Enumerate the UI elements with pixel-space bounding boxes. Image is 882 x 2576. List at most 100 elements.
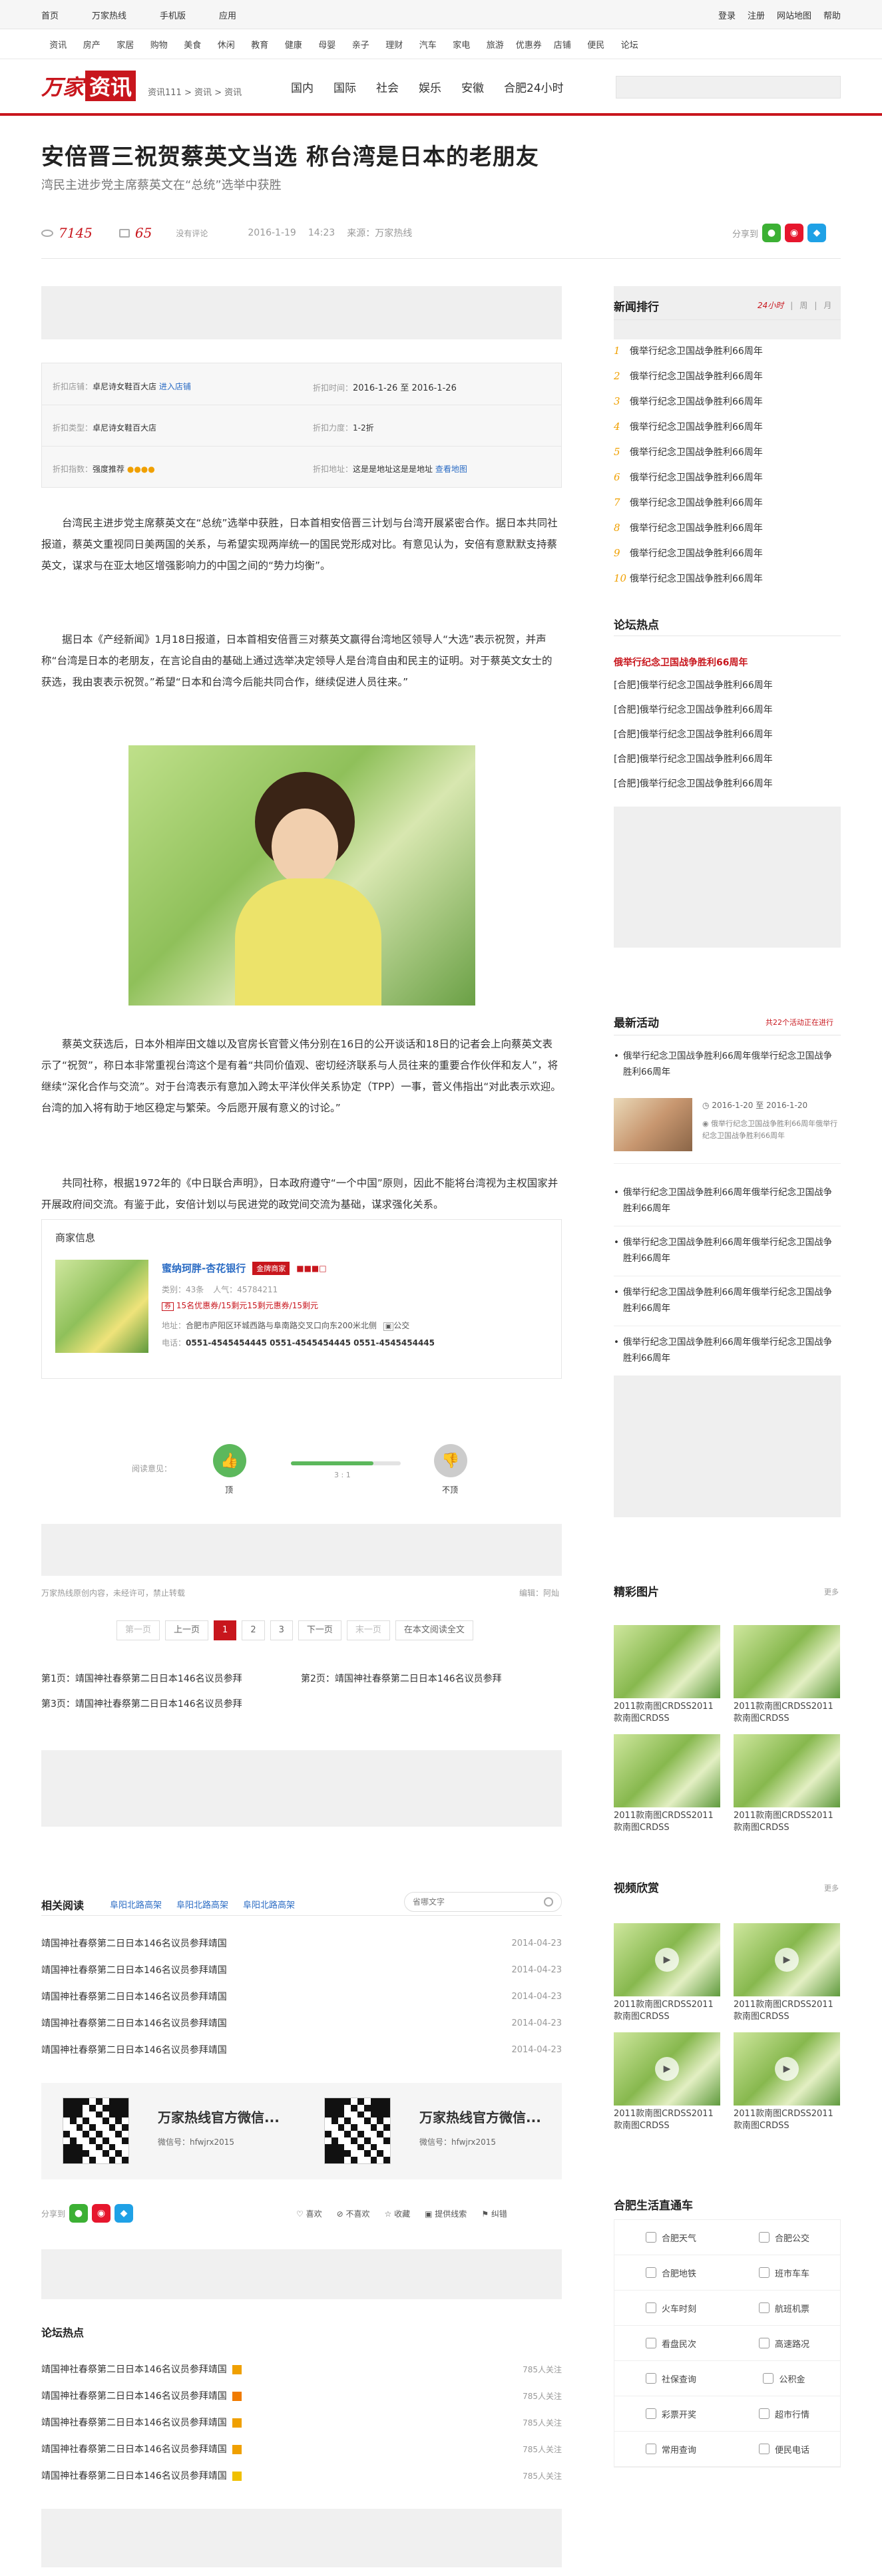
service-label[interactable]: 超市行情 xyxy=(775,2408,809,2420)
channel-item[interactable]: 论坛 xyxy=(613,38,647,51)
activity-item-text[interactable]: 俄举行纪念卫国战争胜利66周年俄举行纪念卫国战争胜利66周年 xyxy=(623,1287,832,1314)
service-label[interactable]: 彩票开奖 xyxy=(662,2408,696,2420)
activity-thumb[interactable] xyxy=(614,1098,692,1151)
news-rank-item[interactable]: 8 俄举行纪念卫国战争胜利66周年 xyxy=(614,515,841,540)
play-icon[interactable]: ▶ xyxy=(655,2057,679,2081)
sidebar-forum-item[interactable]: [合肥]俄举行纪念卫国战争胜利66周年 xyxy=(614,747,841,772)
view-map-link[interactable]: 查看地图 xyxy=(435,464,467,474)
gallery-item[interactable]: 2011款南图CRDSS2011款南图CRDSS xyxy=(614,1734,720,1834)
page-2-button[interactable]: 2 xyxy=(242,1620,265,1640)
related-search-input[interactable] xyxy=(413,1897,519,1907)
wechat-share-icon[interactable]: ● xyxy=(69,2204,89,2223)
channel-item[interactable]: 店铺 xyxy=(546,38,580,51)
channel-item[interactable]: 美食 xyxy=(176,38,210,51)
service-item[interactable]: 公积金 xyxy=(728,2361,841,2396)
service-item[interactable]: 航班机票 xyxy=(728,2291,841,2326)
rank-title[interactable]: 俄举行纪念卫国战争胜利66周年 xyxy=(630,572,763,585)
top-link-wanjia[interactable]: 万家热线 xyxy=(92,9,126,21)
rank-title[interactable]: 俄举行纪念卫国战争胜利66周年 xyxy=(630,496,763,509)
rank-title[interactable]: 俄举行纪念卫国战争胜利66周年 xyxy=(630,546,763,560)
forum-hot-item[interactable]: 靖国神社春祭第二日日本146名议员参拜靖国 785人关注 xyxy=(41,2462,562,2489)
news-rank-item[interactable]: 2 俄举行纪念卫国战争胜利66周年 xyxy=(614,363,841,389)
tab-week[interactable]: 周 xyxy=(799,299,807,311)
forum-hot-item[interactable]: 靖国神社春祭第二日日本146名议员参拜靖国 785人关注 xyxy=(41,2382,562,2409)
related-item-title[interactable]: 靖国神社春祭第二日日本146名议员参拜靖国 xyxy=(41,1963,227,1976)
gallery-thumb[interactable] xyxy=(734,1734,840,1807)
service-item[interactable]: 社保查询 xyxy=(614,2361,728,2396)
thumb-caption[interactable]: 2011款南图CRDSS2011款南图CRDSS xyxy=(734,2108,840,2132)
service-label[interactable]: 合肥天气 xyxy=(662,2231,696,2244)
service-label[interactable]: 合肥地铁 xyxy=(662,2267,696,2279)
channel-item[interactable]: 教育 xyxy=(243,38,277,51)
video-item[interactable]: ▶ 2011款南图CRDSS2011款南图CRDSS xyxy=(734,2032,840,2132)
forum-hot-title[interactable]: 靖国神社春祭第二日日本146名议员参拜靖国 xyxy=(41,2471,227,2482)
qq-share-icon[interactable]: ◆ xyxy=(807,224,827,242)
activity-item-text[interactable]: 俄举行纪念卫国战争胜利66周年俄举行纪念卫国战争胜利66周年 xyxy=(623,1337,832,1364)
rank-title[interactable]: 俄举行纪念卫国战争胜利66周年 xyxy=(630,369,763,383)
sidebar-ad-lower[interactable] xyxy=(614,1376,841,1517)
thumb-caption[interactable]: 2011款南图CRDSS2011款南图CRDSS xyxy=(614,1701,720,1725)
activity-item[interactable]: • 俄举行纪念卫国战争胜利66周年俄举行纪念卫国战争胜利66周年 xyxy=(614,1177,841,1226)
ad-banner-mid[interactable] xyxy=(41,1524,562,1576)
nav-anhui[interactable]: 安徽 xyxy=(461,79,484,95)
page-link-3[interactable]: 第3页：靖国神社春祭第二日日本146名议员参拜 xyxy=(41,1697,242,1710)
weibo-share-icon[interactable]: ◉ xyxy=(785,224,804,242)
wechat-name-1[interactable]: 万家热线官方微信... xyxy=(158,2107,280,2126)
search-icon[interactable] xyxy=(544,1897,553,1907)
news-rank-item[interactable]: 6 俄举行纪念卫国战争胜利66周年 xyxy=(614,464,841,490)
channel-item[interactable]: 便民 xyxy=(579,38,613,51)
enter-store-link[interactable]: 进入店铺 xyxy=(159,382,191,391)
forum-hot-title[interactable]: 靖国神社春祭第二日日本146名议员参拜靖国 xyxy=(41,2418,227,2428)
service-item[interactable]: 超市行情 xyxy=(728,2396,841,2432)
news-rank-item[interactable]: 10 俄举行纪念卫国战争胜利66周年 xyxy=(614,566,841,591)
service-item[interactable]: 火车时刻 xyxy=(614,2291,728,2326)
last-page-button[interactable]: 末一页 xyxy=(346,1620,390,1640)
service-item[interactable]: 合肥地铁 xyxy=(614,2255,728,2291)
service-label[interactable]: 合肥公交 xyxy=(775,2231,809,2244)
gallery-thumb[interactable] xyxy=(614,1734,720,1807)
register-link[interactable]: 注册 xyxy=(748,9,765,21)
service-item[interactable]: 看盘民次 xyxy=(614,2326,728,2361)
related-item-title[interactable]: 靖国神社春祭第二日日本146名议员参拜靖国 xyxy=(41,2043,227,2056)
sitemap-link[interactable]: 网站地图 xyxy=(777,9,811,21)
video-item[interactable]: ▶ 2011款南图CRDSS2011款南图CRDSS xyxy=(614,1923,720,2023)
comment-icon[interactable] xyxy=(118,228,130,238)
related-tag[interactable]: 阜阳北路高架 xyxy=(176,1898,228,1911)
video-thumb[interactable]: ▶ xyxy=(734,2032,840,2106)
news-rank-item[interactable]: 1 俄举行纪念卫国战争胜利66周年 xyxy=(614,338,841,363)
activity-item-text[interactable]: 俄举行纪念卫国战争胜利66周年俄举行纪念卫国战争胜利66周年 xyxy=(623,1237,832,1264)
sidebar-forum-lead[interactable]: 俄举行纪念卫国战争胜利66周年 xyxy=(614,655,748,669)
related-tag[interactable]: 阜阳北路高架 xyxy=(243,1898,295,1911)
thumb-caption[interactable]: 2011款南图CRDSS2011款南图CRDSS xyxy=(614,1999,720,2023)
page-link-2[interactable]: 第2页：靖国神社春祭第二日日本146名议员参拜 xyxy=(301,1672,502,1685)
site-logo[interactable]: 万家 资讯 xyxy=(41,71,136,101)
wechat-share-icon[interactable]: ● xyxy=(762,224,781,242)
sidebar-forum-item[interactable]: [合肥]俄举行纪念卫国战争胜利66周年 xyxy=(614,723,841,747)
related-item[interactable]: 靖国神社春祭第二日日本146名议员参拜靖国 2014-04-23 xyxy=(41,1983,562,2010)
channel-item[interactable]: 母婴 xyxy=(310,38,344,51)
gallery-thumb[interactable] xyxy=(734,1625,840,1698)
video-thumb[interactable]: ▶ xyxy=(614,1923,720,1996)
thumbs-down-icon[interactable]: 👎 xyxy=(434,1444,467,1477)
page-3-button[interactable]: 3 xyxy=(270,1620,293,1640)
top-link-app[interactable]: 应用 xyxy=(219,9,236,21)
merchant-photo[interactable] xyxy=(55,1260,148,1353)
login-link[interactable]: 登录 xyxy=(718,9,736,21)
sidebar-ad-mid[interactable] xyxy=(614,807,841,948)
channel-item[interactable]: 旅游 xyxy=(479,38,513,51)
gallery-thumb[interactable] xyxy=(614,1625,720,1698)
activity-item[interactable]: • 俄举行纪念卫国战争胜利66周年俄举行纪念卫国战争胜利66周年 xyxy=(614,1326,841,1376)
bus-link[interactable]: 公交 xyxy=(393,1321,409,1330)
related-item[interactable]: 靖国神社春祭第二日日本146名议员参拜靖国 2014-04-23 xyxy=(41,1930,562,1956)
ad-banner-lower[interactable] xyxy=(41,1750,562,1827)
read-all-button[interactable]: 在本文阅读全文 xyxy=(395,1620,473,1640)
activity-first[interactable]: • 俄举行纪念卫国战争胜利66周年俄举行纪念卫国战争胜利66周年 xyxy=(614,1048,841,1080)
video-item[interactable]: ▶ 2011款南图CRDSS2011款南图CRDSS xyxy=(734,1923,840,2023)
channel-item[interactable]: 优惠券 xyxy=(512,38,546,51)
channel-item[interactable]: 购物 xyxy=(142,38,176,51)
channel-item[interactable]: 亲子 xyxy=(344,38,378,51)
weibo-share-icon[interactable]: ◉ xyxy=(92,2204,111,2223)
news-rank-item[interactable]: 7 俄举行纪念卫国战争胜利66周年 xyxy=(614,490,841,515)
service-label[interactable]: 高速路况 xyxy=(775,2337,809,2350)
breadcrumb[interactable]: 资讯111 > 资讯 > 资讯 xyxy=(148,85,242,98)
